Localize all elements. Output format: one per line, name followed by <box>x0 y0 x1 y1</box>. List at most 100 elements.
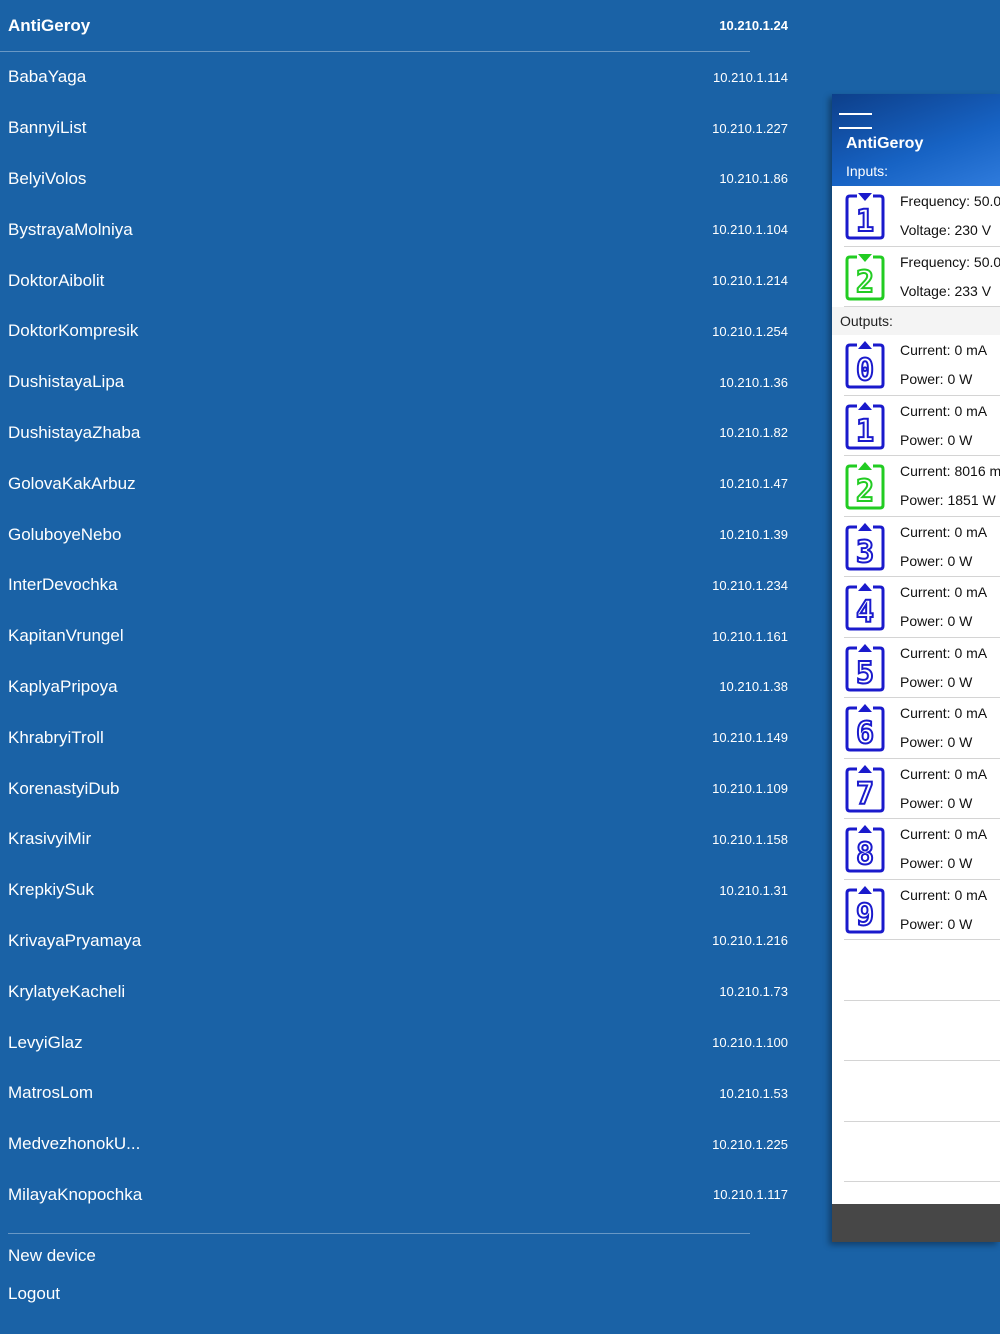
device-name: MatrosLom <box>8 1083 94 1103</box>
output-4-icon: 4 <box>845 583 885 631</box>
output-row[interactable]: 1 Current: 0 mA Power: 0 W <box>844 396 1000 456</box>
svg-text:5: 5 <box>856 656 874 691</box>
device-ip: 10.210.1.100 <box>712 1035 788 1051</box>
output-row[interactable]: 5 Current: 0 mA Power: 0 W <box>844 638 1000 698</box>
device-name: DushistayaLipa <box>8 372 125 392</box>
svg-text:7: 7 <box>856 777 874 812</box>
device-name: KaplyaPripoya <box>8 676 118 696</box>
svg-text:1: 1 <box>856 414 874 449</box>
device-row[interactable]: GoluboyeNebo 10.210.1.39 <box>0 509 800 560</box>
output-row[interactable]: 6 Current: 0 mA Power: 0 W <box>844 698 1000 759</box>
device-ip: 10.210.1.216 <box>712 933 788 949</box>
input-row[interactable]: 2 Frequency: 50.0 Voltage: 233 V <box>844 247 1000 307</box>
current-value: Current: 0 mA <box>900 886 988 903</box>
device-detail-panel: AntiGeroy Inputs: 1 Frequency: 50.0 Voltag… <box>832 94 1000 1242</box>
power-value: Power: 0 W <box>900 734 973 750</box>
current-value: Current: 0 mA <box>900 523 988 540</box>
device-name: KrepkiySuk <box>8 880 94 900</box>
output-row[interactable]: 3 Current: 0 mA Power: 0 W <box>844 517 1000 577</box>
power-value: Power: 0 W <box>900 552 973 569</box>
device-ip: 10.210.1.225 <box>712 1136 788 1152</box>
device-ip: 10.210.1.234 <box>712 577 788 593</box>
device-name: KhrabryiTroll <box>8 727 104 747</box>
device-row[interactable]: GolovaKakArbuz 10.210.1.47 <box>0 458 800 509</box>
empty-row <box>844 1061 1000 1122</box>
svg-text:2: 2 <box>856 474 874 509</box>
device-name: InterDevochka <box>8 575 118 595</box>
device-row[interactable]: KrylatyeKacheli 10.210.1.73 <box>0 966 800 1017</box>
device-row[interactable]: DoktorAibolit 10.210.1.214 <box>0 255 800 306</box>
panel-header: AntiGeroy Inputs: <box>832 94 1000 186</box>
device-row[interactable]: DoktorKompresik 10.210.1.254 <box>0 306 800 357</box>
device-name: MilayaKnopochka <box>8 1184 143 1204</box>
power-value: Power: 0 W <box>900 613 973 629</box>
device-row[interactable]: BannyiList 10.210.1.227 <box>0 103 800 154</box>
device-name: DushistayaZhaba <box>8 422 141 442</box>
device-name: BelyiVolos <box>8 168 87 188</box>
device-row[interactable]: MedvezhonokU... 10.210.1.225 <box>0 1119 800 1170</box>
input-row[interactable]: 1 Frequency: 50.0 Voltage: 230 V <box>844 186 1000 247</box>
output-row[interactable]: 7 Current: 0 mA Power: 0 W <box>844 759 1000 819</box>
output-9-icon: 9 <box>845 885 885 934</box>
device-ip: 10.210.1.149 <box>712 730 788 746</box>
device-ip: 10.210.1.161 <box>712 628 788 644</box>
output-2-icon: 2 <box>845 462 885 510</box>
power-value: Power: 1851 W <box>900 492 996 508</box>
output-5-icon: 5 <box>845 643 885 692</box>
power-value: Power: 0 W <box>900 794 973 811</box>
current-value: Current: 0 mA <box>900 584 988 600</box>
current-value: Current: 0 mA <box>900 705 988 721</box>
output-row[interactable]: 4 Current: 0 mA Power: 0 W <box>844 577 1000 638</box>
device-row[interactable]: DushistayaLipa 10.210.1.36 <box>0 357 800 408</box>
device-row[interactable]: MilayaKnopochka 10.210.1.117 <box>0 1170 800 1221</box>
frequency-value: Frequency: 50.0 <box>900 253 1000 270</box>
device-row[interactable]: KrivayaPryamaya 10.210.1.216 <box>0 916 800 967</box>
device-ip: 10.210.1.47 <box>719 476 788 492</box>
device-row[interactable]: KapitanVrungel 10.210.1.161 <box>0 611 800 662</box>
device-row[interactable]: LevyiGlaz 10.210.1.100 <box>0 1017 800 1068</box>
device-row[interactable]: KrasivyiMir 10.210.1.158 <box>0 814 800 865</box>
device-row[interactable]: KrepkiySuk 10.210.1.31 <box>0 865 800 916</box>
device-row[interactable]: BelyiVolos 10.210.1.86 <box>0 154 800 205</box>
output-row[interactable]: 2 Current: 8016 m Power: 1851 W <box>844 456 1000 517</box>
empty-row <box>844 940 1000 1001</box>
hamburger-menu-icon[interactable] <box>839 113 872 131</box>
device-row[interactable]: KhrabryiTroll 10.210.1.149 <box>0 712 800 763</box>
svg-text:4: 4 <box>856 595 874 630</box>
output-row[interactable]: 8 Current: 0 mA Power: 0 W <box>844 819 1000 880</box>
device-name: LevyiGlaz <box>8 1032 83 1052</box>
svg-text:9: 9 <box>856 898 874 933</box>
device-ip: 10.210.1.254 <box>712 323 788 339</box>
output-row[interactable]: 9 Current: 0 mA Power: 0 W <box>844 880 1000 940</box>
device-row[interactable]: BystrayaMolniya 10.210.1.104 <box>0 204 800 255</box>
input-2-icon: 2 <box>845 253 885 301</box>
device-row[interactable]: KorenastyiDub 10.210.1.109 <box>0 763 800 814</box>
svg-text:8: 8 <box>856 837 874 872</box>
current-value: Current: 0 mA <box>900 644 988 661</box>
app-screen: AntiGeroy 10.210.1.24 BabaYaga 10.210.1.114… <box>0 0 1000 1334</box>
current-value: Current: 0 mA <box>900 402 988 419</box>
output-1-icon: 1 <box>845 401 885 450</box>
device-row[interactable]: BabaYaga 10.210.1.114 <box>0 52 800 103</box>
device-row[interactable]: KaplyaPripoya 10.210.1.38 <box>0 662 800 713</box>
device-name: DoktorKompresik <box>8 321 139 341</box>
inputs-label: Inputs: <box>846 163 889 179</box>
power-value: Power: 0 W <box>900 673 973 690</box>
device-row[interactable]: AntiGeroy 10.210.1.24 <box>0 0 788 52</box>
empty-row <box>844 1122 1000 1182</box>
device-row[interactable]: InterDevochka 10.210.1.234 <box>0 560 800 611</box>
device-ip: 10.210.1.104 <box>712 222 788 238</box>
device-row[interactable]: MatrosLom 10.210.1.53 <box>0 1068 800 1119</box>
new-device-button[interactable]: New device <box>8 1246 96 1266</box>
voltage-value: Voltage: 233 V <box>900 282 992 299</box>
device-ip: 10.210.1.117 <box>713 1187 788 1203</box>
output-3-icon: 3 <box>845 522 885 571</box>
svg-text:1: 1 <box>856 204 874 239</box>
device-row[interactable]: DushistayaZhaba 10.210.1.82 <box>0 408 800 459</box>
output-row[interactable]: 0 Current: 0 mA Power: 0 W <box>844 335 1000 396</box>
panel-title: AntiGeroy <box>846 135 924 152</box>
logout-button[interactable]: Logout <box>8 1284 60 1304</box>
device-ip: 10.210.1.86 <box>719 171 788 187</box>
device-name: BannyiList <box>8 118 87 138</box>
svg-text:0: 0 <box>856 353 874 388</box>
